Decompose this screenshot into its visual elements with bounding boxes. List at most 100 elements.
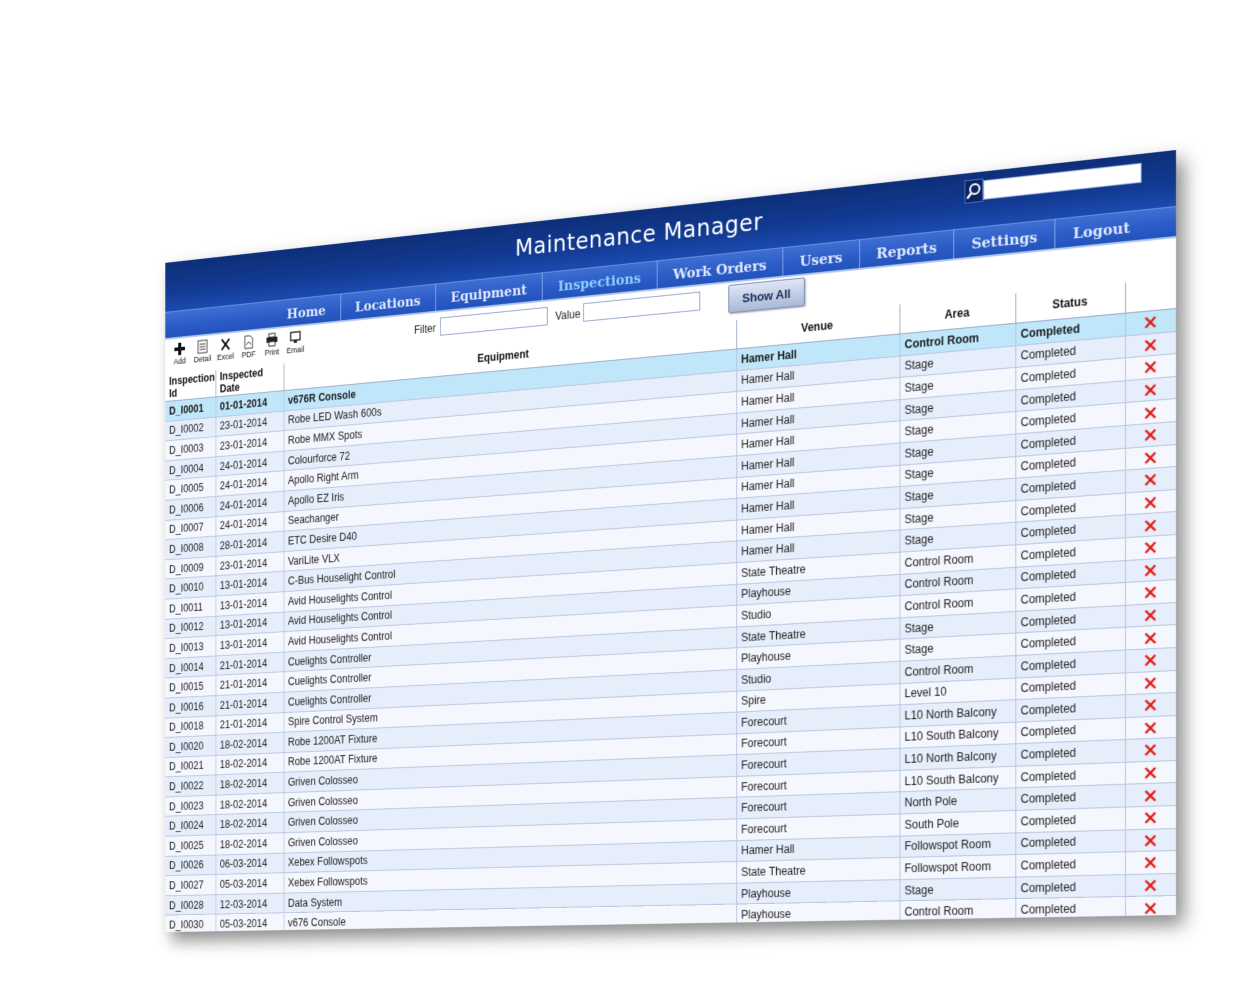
nav-home[interactable]: Home	[272, 293, 341, 328]
delete-x-icon	[1144, 518, 1158, 533]
delete-button[interactable]	[1124, 760, 1176, 785]
cell-area: Stage	[899, 876, 1016, 902]
excel-icon	[219, 337, 231, 352]
delete-button[interactable]	[1124, 579, 1176, 606]
cell-inspection-id: D_I0015	[165, 675, 216, 699]
delete-x-icon	[1144, 495, 1158, 510]
filter-input[interactable]	[440, 306, 548, 336]
cell-status: Completed	[1015, 807, 1125, 833]
cell-inspected-date: 18-02-2014	[215, 752, 284, 776]
delete-x-icon	[1144, 698, 1158, 713]
cell-inspected-date: 05-03-2014	[215, 872, 284, 895]
cell-inspection-id: D_I0018	[165, 715, 216, 738]
cell-inspected-date: 06-03-2014	[215, 852, 284, 875]
delete-x-icon	[1144, 473, 1158, 488]
cell-inspection-id: D_I0030	[165, 914, 216, 933]
cell-area: Control Room	[899, 899, 1016, 924]
print-button[interactable]: Print	[260, 331, 283, 357]
delete-x-icon	[1144, 811, 1158, 825]
plus-icon	[174, 342, 186, 356]
delete-button[interactable]	[1124, 670, 1176, 695]
detail-button[interactable]: Detail	[191, 338, 214, 364]
delete-x-icon	[1144, 608, 1158, 623]
cell-area: Followspot Room	[899, 854, 1016, 880]
cell-inspection-id: D_I0022	[165, 775, 216, 797]
delete-button[interactable]	[1124, 828, 1176, 853]
value-label: Value	[555, 307, 581, 323]
delete-x-icon	[1144, 766, 1158, 780]
email-button[interactable]: Email	[284, 329, 308, 355]
excel-label: Excel	[217, 351, 234, 362]
delete-button[interactable]	[1124, 850, 1176, 875]
add-button[interactable]: Add	[168, 341, 191, 367]
excel-button[interactable]: Excel	[214, 336, 237, 362]
delete-x-icon	[1144, 563, 1158, 578]
email-label: Email	[286, 344, 305, 356]
delete-x-icon	[1144, 383, 1158, 398]
delete-button[interactable]	[1124, 511, 1176, 538]
delete-x-icon	[1144, 450, 1158, 465]
delete-x-icon	[1144, 405, 1158, 420]
delete-x-icon	[1144, 315, 1158, 330]
pdf-label: PDF	[241, 349, 256, 360]
delete-x-icon	[1144, 585, 1158, 600]
delete-x-icon	[1144, 743, 1158, 757]
printer-icon	[266, 332, 278, 347]
cell-inspection-id: D_I0014	[165, 655, 216, 679]
cell-inspection-id: D_I0020	[165, 735, 216, 758]
delete-x-icon	[1144, 630, 1158, 645]
monitor-icon	[289, 330, 302, 346]
cell-inspection-id: D_I0028	[165, 894, 216, 916]
delete-x-icon	[1144, 901, 1158, 915]
delete-x-icon	[1144, 337, 1158, 352]
cell-status: Completed	[1015, 829, 1125, 855]
delete-button[interactable]	[1124, 692, 1176, 718]
delete-x-icon	[1144, 360, 1158, 375]
delete-button[interactable]	[1124, 737, 1176, 763]
delete-x-icon	[1144, 540, 1158, 555]
cell-status: Completed	[1015, 896, 1125, 922]
delete-x-icon	[1144, 428, 1158, 443]
cell-area: Followspot Room	[899, 832, 1016, 858]
header-delete	[1124, 278, 1176, 314]
delete-button[interactable]	[1124, 647, 1176, 673]
delete-button[interactable]	[1124, 805, 1176, 830]
delete-x-icon	[1144, 788, 1158, 802]
cell-inspected-date: 12-03-2014	[215, 893, 284, 915]
cell-inspection-id: D_I0026	[165, 854, 216, 876]
cell-venue: Playhouse	[736, 901, 900, 926]
delete-x-icon	[1144, 676, 1158, 691]
add-label: Add	[173, 356, 186, 367]
delete-button[interactable]	[1124, 782, 1176, 808]
cell-status: Completed	[1015, 852, 1125, 877]
pdf-button[interactable]: PDF	[237, 334, 260, 360]
delete-x-icon	[1144, 878, 1158, 892]
cell-inspection-id: D_I0021	[165, 755, 216, 778]
filter-label: Filter	[414, 321, 436, 337]
delete-button[interactable]	[1124, 534, 1176, 561]
value-input[interactable]	[583, 291, 701, 322]
cell-area: South Pole	[899, 810, 1016, 836]
show-all-button[interactable]: Show All	[728, 277, 805, 314]
search-icon[interactable]	[964, 178, 984, 204]
cell-status: Completed	[1015, 874, 1125, 900]
cell-inspection-id: D_I0025	[165, 834, 216, 857]
delete-button[interactable]	[1124, 602, 1176, 628]
delete-button[interactable]	[1124, 873, 1176, 897]
delete-button[interactable]	[1124, 624, 1176, 650]
document-icon	[196, 339, 208, 354]
print-label: Print	[264, 347, 280, 358]
delete-x-icon	[1144, 833, 1158, 847]
app-window: Maintenance Manager Home Locations Equip…	[165, 150, 1176, 933]
delete-x-icon	[1144, 856, 1158, 870]
cell-inspected-date: 05-03-2014	[215, 913, 284, 933]
delete-button[interactable]	[1124, 715, 1176, 740]
cell-inspected-date: 18-02-2014	[215, 832, 284, 855]
cell-inspection-id: D_I0024	[165, 814, 216, 837]
cell-inspection-id: D_I0023	[165, 795, 216, 817]
delete-button[interactable]	[1124, 895, 1176, 920]
delete-x-icon	[1144, 653, 1158, 668]
cell-inspection-id: D_I0016	[165, 695, 216, 718]
cell-inspected-date: 18-02-2014	[215, 772, 284, 796]
delete-button[interactable]	[1124, 557, 1176, 583]
